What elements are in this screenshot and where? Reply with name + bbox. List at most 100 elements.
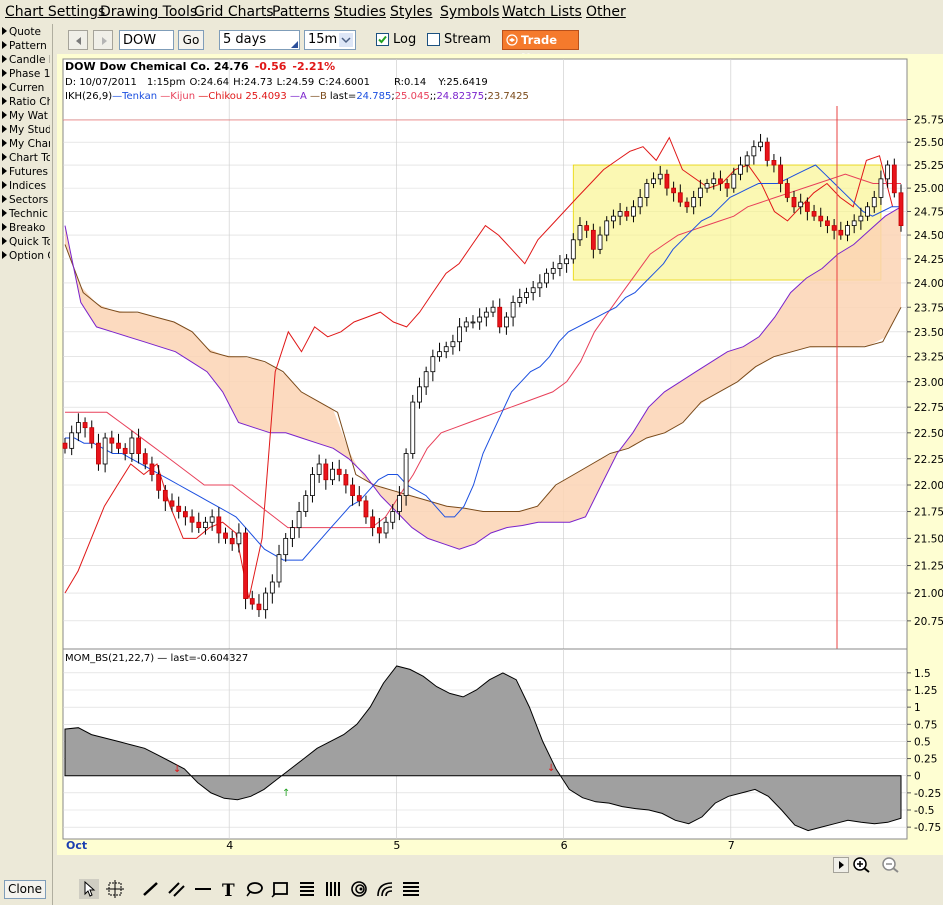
candle-body [524,292,529,298]
arrow-right-icon [102,37,107,45]
sidebar-item-phase-1[interactable]: Phase 1 [2,68,50,81]
y-tick-label: 25.50 [914,137,943,149]
candle-body [611,215,616,222]
menu-studies[interactable]: Studies [334,4,386,20]
candle-body [744,155,750,166]
clone-button[interactable]: Clone [4,880,46,899]
menu-drawing-tools[interactable]: Drawing Tools [100,4,197,20]
candle-body [490,306,496,313]
sidebar-item-my-char[interactable]: My Char [2,138,50,151]
sidebar-item-pattern[interactable]: Pattern [2,40,50,53]
candle-body [450,341,456,348]
zoom-in-button[interactable] [851,856,877,874]
candle-body [677,192,683,203]
scroll-right-button[interactable] [833,857,849,873]
symbol-input[interactable] [119,30,174,50]
interval-select[interactable]: 15m [304,30,356,50]
menu-watch-lists[interactable]: Watch Lists [502,4,582,20]
candle-body [290,527,295,539]
sidebar-item-my-stud[interactable]: My Stud [2,124,50,137]
sell-arrow-icon: ↓ [173,764,181,775]
menu-other[interactable]: Other [586,4,626,20]
fibonacci-icon [300,882,314,896]
sidebar-item-breako[interactable]: Breako [2,222,50,235]
expand-triangle-icon [2,69,7,77]
sidebar-item-futures[interactable]: Futures [2,166,50,179]
trade-now-button[interactable]: Trade Now [502,30,579,65]
range-select[interactable]: 5 days [219,30,300,50]
y-tick-label: 23.75 [914,302,943,314]
candle-body [229,537,235,545]
sidebar-item-label: Option C [9,250,50,262]
y-tick-label: 22.25 [914,454,943,466]
candle-body [671,187,676,194]
back-button[interactable] [68,30,88,50]
crosshair-tool[interactable] [105,879,125,899]
spiral-tool[interactable] [349,879,369,899]
parallel-tool[interactable] [167,879,187,899]
candle-body [664,173,670,189]
sidebar-item-option-c[interactable]: Option C [2,250,50,263]
chart-canvas[interactable]: 25.75 25.50 25.25 25.00 24.75 24.50 24.25 24.00… [57,54,943,874]
menu-symbols[interactable]: Symbols [440,4,499,20]
candle-body [564,258,569,265]
candle-body [69,432,75,449]
expand-triangle-icon [2,195,7,203]
y-tick-label: 0 [914,771,921,783]
candle-body [845,225,850,236]
sidebar-item-curren[interactable]: Curren [2,82,50,95]
candle-body [356,495,362,502]
chart-area[interactable]: 25.75 25.50 25.25 25.00 24.75 24.50 24.25 24.00… [57,54,943,874]
horizontal-line-tool[interactable] [193,879,213,899]
sidebar-item-label: My Stud [9,124,50,136]
expand-triangle-icon [2,41,7,49]
candle-body [223,532,228,539]
candle [410,394,416,459]
sidebar-item-ratio-ch[interactable]: Ratio Ch [2,96,50,109]
candle-body [798,201,804,208]
price-axis: 25.75 25.50 25.25 25.00 24.75 24.50 24.25 24.00… [907,114,943,628]
sidebar-item-technic[interactable]: Technic [2,208,50,221]
rectangle-tool[interactable] [271,879,291,899]
log-checkbox[interactable] [376,33,389,46]
line-tool[interactable] [141,879,161,899]
lines-tool[interactable] [401,879,421,899]
sidebar-item-label: Breako [9,222,46,234]
sidebar-item-candle-i[interactable]: Candle I [2,54,50,67]
menu-chart-settings[interactable]: Chart Settings [5,4,105,20]
candle-body [102,437,108,465]
arc-tool[interactable] [375,879,395,899]
menu-styles[interactable]: Styles [390,4,432,20]
text-tool[interactable]: T [219,879,239,899]
sidebar-item-quote[interactable]: Quote [2,26,50,39]
menu-grid-charts[interactable]: Grid Charts [194,4,274,20]
candle-body [383,521,389,534]
candle-body [811,211,817,217]
candle-body [336,468,342,475]
candle-body [838,229,844,236]
menu-patterns[interactable]: Patterns [272,4,330,20]
stream-checkbox[interactable] [427,33,440,46]
sidebar-item-indices[interactable]: Indices [2,180,50,193]
time-axis: Oct 4 5 6 7 [66,839,735,852]
zoom-out-button[interactable] [880,856,906,874]
candle-body [758,141,763,148]
candle-body [865,206,870,217]
forward-button[interactable] [93,30,113,50]
sidebar-item-label: Technic [9,208,48,220]
sidebar-item-quick-to[interactable]: Quick To [2,236,50,249]
sidebar-item-my-wat[interactable]: My Wat [2,110,50,123]
expand-triangle-icon [2,125,7,133]
fibonacci-tool[interactable] [297,879,317,899]
go-button[interactable]: Go [178,30,204,50]
corner-icon [291,41,298,48]
y-tick-label: 25.25 [914,160,943,172]
candle-body [96,442,101,465]
ellipse-tool[interactable] [245,879,265,899]
sidebar-item-sectors[interactable]: Sectors [2,194,50,207]
gann-tool[interactable] [323,879,343,899]
pointer-tool[interactable] [79,879,99,899]
sidebar-item-chart-to[interactable]: Chart To [2,152,50,165]
expand-triangle-icon [2,237,7,245]
candle-body [136,437,141,454]
